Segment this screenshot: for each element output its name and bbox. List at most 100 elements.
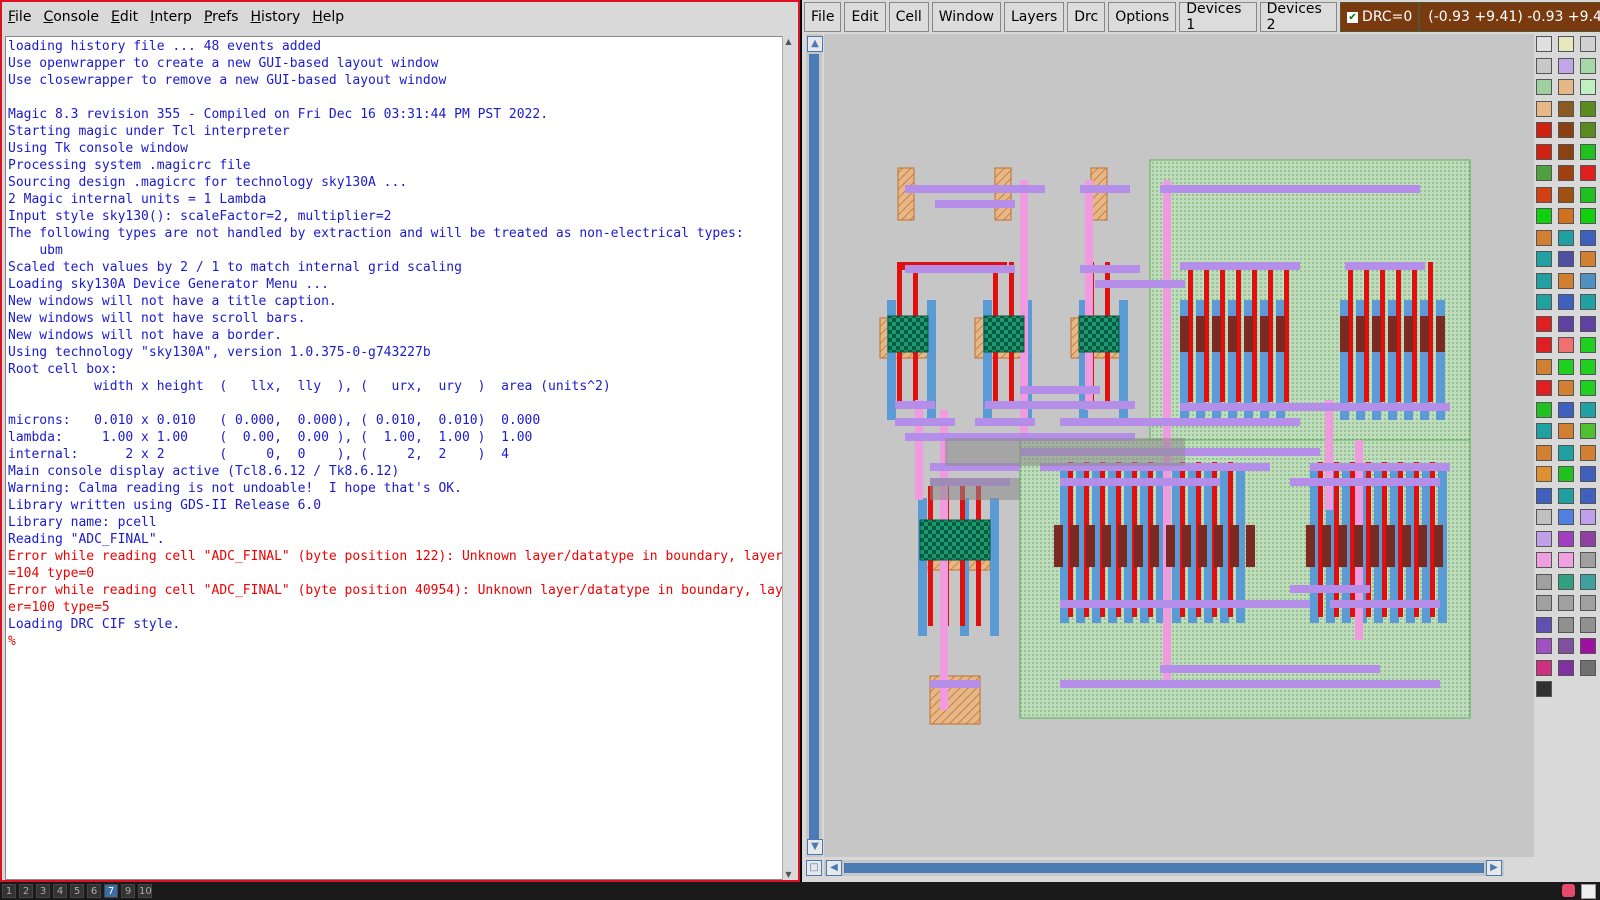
checkbox-icon[interactable]: ✔: [1347, 11, 1359, 23]
scroll-left-icon[interactable]: ◀: [826, 860, 842, 876]
scroll-down-icon[interactable]: ▼: [784, 870, 793, 879]
layer-swatch-icon[interactable]: [1580, 208, 1596, 224]
layout-menu-cell[interactable]: Cell: [888, 2, 929, 32]
layer-swatch-icon[interactable]: [1536, 337, 1552, 353]
layer-swatch-icon[interactable]: [1580, 530, 1596, 547]
layer-swatch-icon[interactable]: [1558, 358, 1574, 375]
workspace-10-button[interactable]: 10: [138, 884, 152, 898]
layer-swatch-icon[interactable]: [1580, 401, 1596, 418]
layer-swatch-icon[interactable]: [1558, 530, 1574, 547]
app-tray-icon[interactable]: [1562, 884, 1575, 897]
layer-swatch-icon[interactable]: [1580, 616, 1596, 633]
layer-swatch-icon[interactable]: [1536, 444, 1552, 461]
layer-swatch-icon[interactable]: [1580, 229, 1596, 246]
workspace-2-button[interactable]: 2: [19, 884, 33, 898]
drc-status[interactable]: ✔ DRC=0: [1340, 2, 1420, 32]
layer-swatch-icon[interactable]: [1558, 595, 1574, 611]
menu-edit[interactable]: Edit: [105, 9, 144, 25]
scroll-right-icon[interactable]: ▶: [1486, 860, 1502, 876]
scroll-up-icon[interactable]: ▲: [807, 36, 823, 52]
layer-swatch-icon[interactable]: [1558, 229, 1574, 246]
layout-menu-window[interactable]: Window: [931, 2, 1001, 32]
console-scrollbar[interactable]: ▲ ▼: [782, 36, 794, 880]
layer-swatch-icon[interactable]: [1536, 294, 1552, 310]
layer-swatch-icon[interactable]: [1558, 487, 1574, 504]
layer-swatch-icon[interactable]: [1536, 57, 1552, 74]
scroll-down-icon[interactable]: ▼: [807, 839, 823, 855]
layer-swatch-icon[interactable]: [1536, 143, 1552, 160]
menu-prefs[interactable]: Prefs: [198, 9, 245, 25]
layer-swatch-icon[interactable]: [1580, 57, 1596, 74]
console-output[interactable]: loading history file ... 48 events added…: [5, 36, 787, 880]
layout-menu-edit[interactable]: Edit: [844, 2, 886, 32]
layer-swatch-icon[interactable]: [1558, 423, 1574, 439]
layer-swatch-icon[interactable]: [1580, 251, 1596, 267]
layout-menu-devices2[interactable]: Devices 2: [1259, 1, 1338, 33]
menu-console[interactable]: Console: [37, 9, 105, 25]
layer-swatch-icon[interactable]: [1536, 616, 1552, 633]
layer-swatch-icon[interactable]: [1558, 251, 1574, 267]
layer-swatch-icon[interactable]: [1558, 616, 1574, 633]
layer-swatch-icon[interactable]: [1536, 573, 1552, 590]
layer-swatch-icon[interactable]: [1558, 380, 1574, 396]
layer-swatch-icon[interactable]: [1558, 36, 1574, 52]
layout-horizontal-scrollbar[interactable]: □ ◀ ▶: [806, 860, 1504, 876]
layer-swatch-icon[interactable]: [1536, 272, 1552, 289]
layer-swatch-icon[interactable]: [1536, 100, 1552, 117]
layer-swatch-icon[interactable]: [1536, 509, 1552, 525]
layer-swatch-icon[interactable]: [1558, 186, 1574, 203]
workspace-3-button[interactable]: 3: [36, 884, 50, 898]
layer-swatch-icon[interactable]: [1558, 509, 1574, 525]
layer-swatch-icon[interactable]: [1580, 509, 1596, 525]
layer-swatch-icon[interactable]: [1558, 552, 1574, 568]
layer-swatch-icon[interactable]: [1558, 466, 1574, 482]
layer-swatch-icon[interactable]: [1580, 466, 1596, 482]
layer-swatch-icon[interactable]: [1536, 423, 1552, 439]
layer-swatch-icon[interactable]: [1536, 358, 1552, 375]
menu-help[interactable]: Help: [306, 9, 350, 25]
layer-swatch-icon[interactable]: [1536, 251, 1552, 267]
layer-swatch-icon[interactable]: [1558, 100, 1574, 117]
layout-menu-layers[interactable]: Layers: [1003, 2, 1065, 32]
layer-swatch-icon[interactable]: [1580, 100, 1596, 117]
layer-swatch-icon[interactable]: [1580, 358, 1596, 375]
layer-swatch-icon[interactable]: [1536, 681, 1552, 697]
layer-swatch-icon[interactable]: [1536, 552, 1552, 568]
keyboard-tray-icon[interactable]: [1581, 884, 1596, 899]
layer-swatch-icon[interactable]: [1558, 57, 1574, 74]
layer-swatch-icon[interactable]: [1536, 487, 1552, 504]
layer-swatch-icon[interactable]: [1580, 552, 1596, 568]
layer-swatch-icon[interactable]: [1558, 573, 1574, 590]
layer-swatch-icon[interactable]: [1580, 573, 1596, 590]
layer-swatch-icon[interactable]: [1558, 659, 1574, 676]
menu-file[interactable]: File: [2, 9, 37, 25]
layout-vertical-scrollbar[interactable]: ▲ ▼: [806, 34, 823, 857]
workspace-5-button[interactable]: 5: [70, 884, 84, 898]
layer-swatch-icon[interactable]: [1558, 143, 1574, 160]
layer-swatch-icon[interactable]: [1580, 423, 1596, 439]
layout-canvas[interactable]: [824, 34, 1534, 857]
layer-swatch-icon[interactable]: [1536, 315, 1552, 332]
scroll-up-icon[interactable]: ▲: [784, 37, 793, 46]
workspace-9-button[interactable]: 9: [121, 884, 135, 898]
layer-swatch-icon[interactable]: [1536, 595, 1552, 611]
layer-swatch-icon[interactable]: [1536, 530, 1552, 547]
layer-swatch-icon[interactable]: [1580, 186, 1596, 203]
layer-swatch-icon[interactable]: [1536, 79, 1552, 95]
workspace-7-button[interactable]: 7: [104, 884, 118, 898]
layer-swatch-icon[interactable]: [1580, 487, 1596, 504]
menu-interp[interactable]: Interp: [144, 9, 198, 25]
layer-swatch-icon[interactable]: [1536, 165, 1552, 181]
corner-box-icon[interactable]: □: [806, 860, 822, 876]
layer-swatch-icon[interactable]: [1536, 122, 1552, 138]
layer-swatch-icon[interactable]: [1536, 186, 1552, 203]
layer-swatch-icon[interactable]: [1558, 272, 1574, 289]
layer-swatch-icon[interactable]: [1580, 638, 1596, 654]
workspace-6-button[interactable]: 6: [87, 884, 101, 898]
layer-swatch-icon[interactable]: [1580, 315, 1596, 332]
layer-swatch-icon[interactable]: [1580, 122, 1596, 138]
layer-swatch-icon[interactable]: [1580, 79, 1596, 95]
menu-history[interactable]: History: [244, 9, 306, 25]
layer-swatch-icon[interactable]: [1580, 165, 1596, 181]
layer-swatch-icon[interactable]: [1536, 380, 1552, 396]
